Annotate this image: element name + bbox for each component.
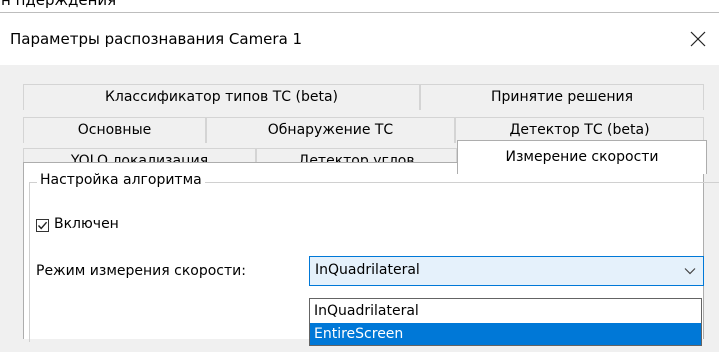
title-bar: Параметры распознавания Camera 1: [0, 13, 719, 65]
tab-type-classifier[interactable]: Классификатор типов ТС (beta): [23, 84, 420, 110]
tab-label: Измерение скорости: [505, 149, 659, 165]
tab-label: Детектор ТС (beta): [509, 122, 650, 138]
tab-label: Классификатор типов ТС (beta): [104, 89, 339, 105]
close-icon[interactable]: [683, 24, 713, 54]
option-inquadrilateral[interactable]: InQuadrilateral: [310, 300, 701, 322]
tab-decision[interactable]: Принятие решения: [420, 84, 704, 110]
speed-mode-select[interactable]: InQuadrilateral: [309, 256, 704, 286]
background-window-text: н пдерждения: [1, 0, 117, 9]
chevron-down-icon: [684, 268, 696, 275]
tab-vehicle-detection[interactable]: Обнаружение ТС: [206, 117, 455, 143]
background-window: н пдерждения: [0, 0, 719, 12]
tab-label: Основные: [77, 122, 152, 138]
checkmark-icon: [37, 221, 48, 230]
tab-label: Принятие решения: [490, 89, 633, 105]
speed-mode-label: Режим измерения скорости:: [36, 263, 246, 279]
dialog-title: Параметры распознавания Camera 1: [10, 30, 303, 48]
tab-speed-measurement[interactable]: Измерение скорости: [457, 140, 707, 174]
tab-label: Обнаружение ТС: [267, 122, 394, 138]
group-legend: Настройка алгоритма: [37, 172, 205, 188]
enabled-label[interactable]: Включен: [54, 216, 119, 232]
tab-general[interactable]: Основные: [23, 117, 206, 143]
enabled-checkbox[interactable]: [36, 219, 49, 232]
select-value: InQuadrilateral: [315, 262, 420, 278]
option-entirescreen[interactable]: EntireScreen: [310, 323, 701, 345]
speed-mode-dropdown-list: InQuadrilateral EntireScreen: [309, 298, 702, 346]
